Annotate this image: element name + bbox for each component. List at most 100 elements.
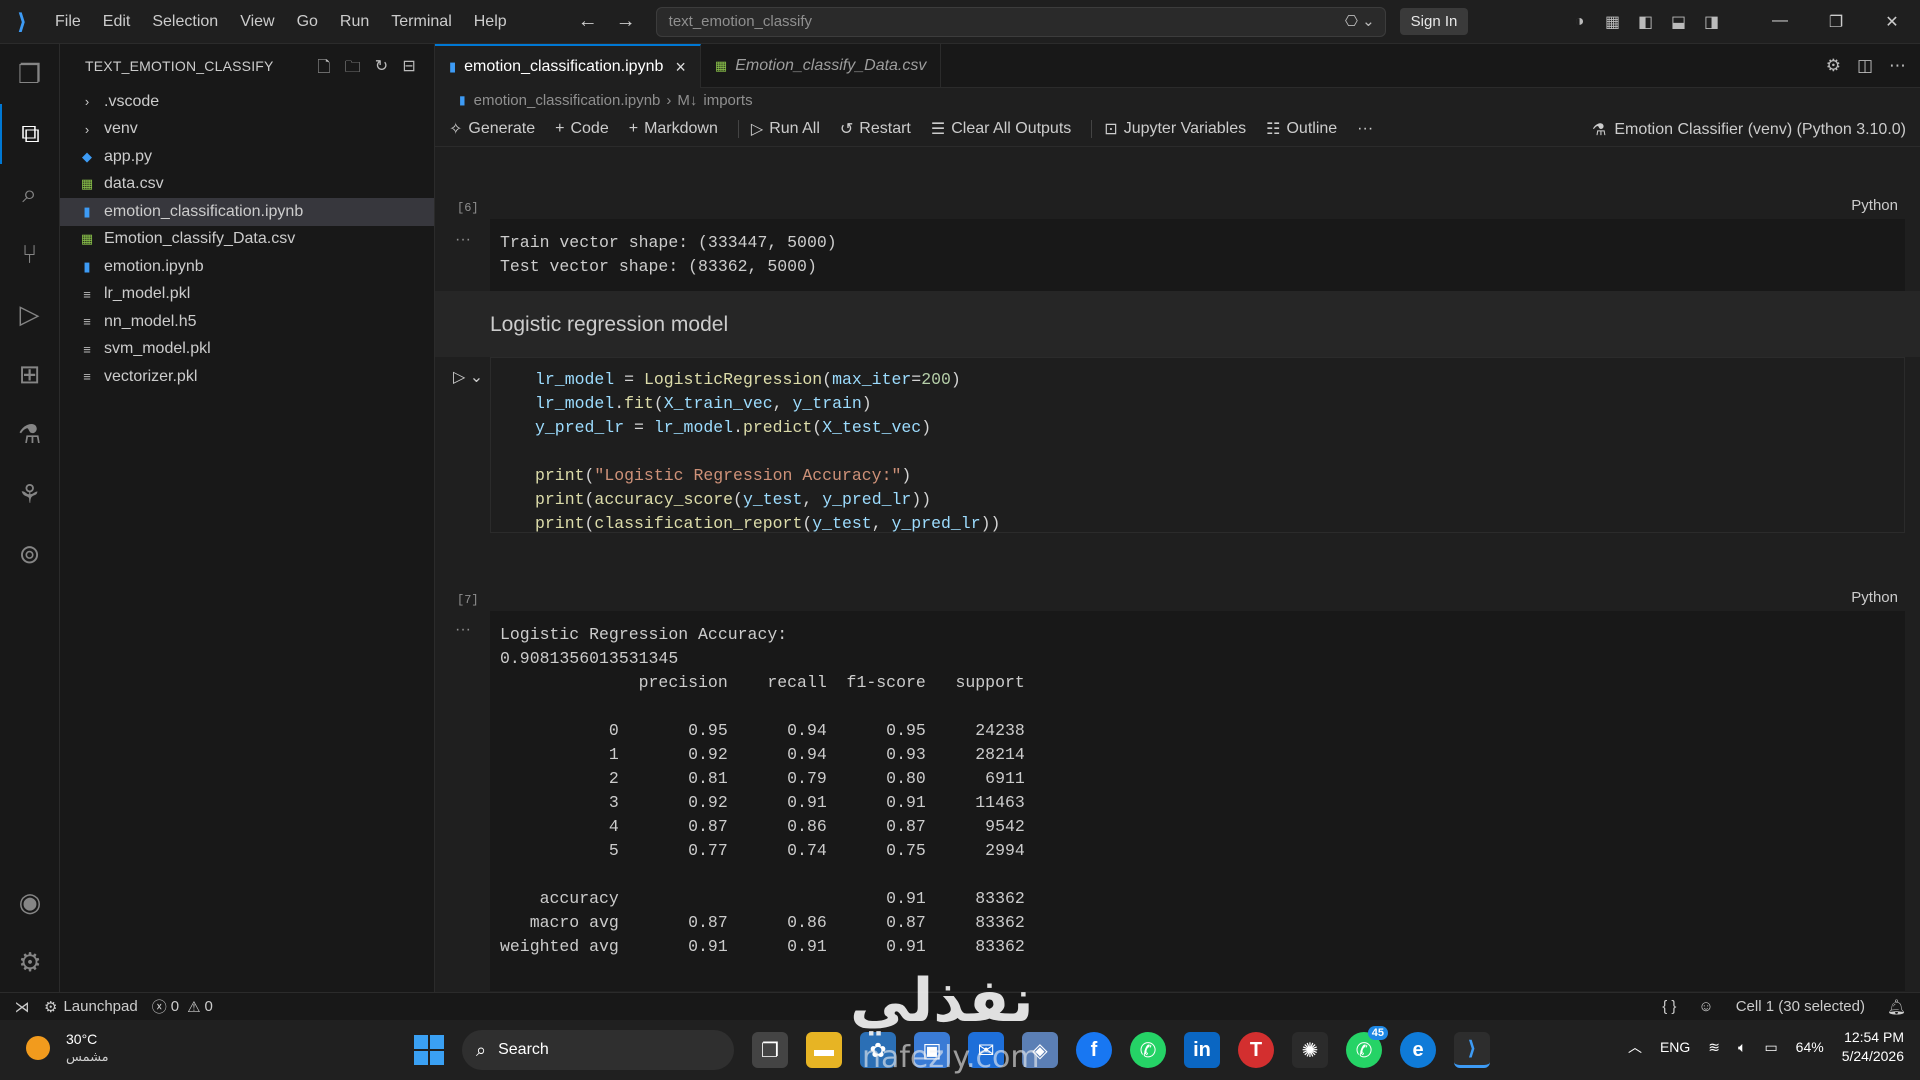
refresh-icon[interactable]: ↻	[375, 56, 389, 83]
collapse-all-icon[interactable]: ⊟	[402, 56, 416, 83]
facebook-icon[interactable]: f	[1076, 1032, 1112, 1068]
notebook-settings-icon[interactable]: ⚙	[1826, 56, 1841, 76]
whatsapp-business-icon[interactable]: ✆ 45	[1346, 1026, 1388, 1068]
menu-view[interactable]: View	[229, 0, 285, 44]
run-debug-icon[interactable]: ▷	[0, 284, 59, 344]
input-language[interactable]: ENG	[1660, 1039, 1690, 1055]
more-actions-icon[interactable]: ⋯	[1889, 56, 1906, 76]
new-folder-icon[interactable]: 🗀	[345, 56, 361, 83]
extensions-icon[interactable]: ⊞	[0, 344, 59, 404]
tree-item-vectorizer[interactable]: ≡ vectorizer.pkl	[60, 363, 434, 391]
explorer-icon[interactable]: ❐	[0, 44, 59, 104]
generate-button[interactable]: ✧ Generate	[449, 119, 535, 139]
menu-selection[interactable]: Selection	[141, 0, 229, 44]
cell-language[interactable]: Python	[1851, 197, 1898, 214]
more-toolbar-button[interactable]: ···	[1357, 120, 1373, 138]
tray-chevron-icon[interactable]: ︿	[1628, 1037, 1642, 1057]
add-markdown-button[interactable]: + Markdown	[629, 120, 718, 138]
minimize-icon[interactable]: —	[1752, 12, 1808, 32]
output-more-icon[interactable]: ···	[455, 231, 471, 249]
settings-gear-icon[interactable]: ⚙	[0, 932, 60, 992]
back-arrow-icon[interactable]: ←	[578, 10, 598, 33]
menu-file[interactable]: File	[44, 0, 92, 44]
git-history-icon[interactable]: ⊚	[0, 524, 59, 584]
new-file-icon[interactable]: 🗋	[318, 56, 331, 83]
cell-selection-status[interactable]: Cell 1 (30 selected)	[1736, 998, 1865, 1016]
menu-help[interactable]: Help	[463, 0, 518, 44]
run-all-button[interactable]: ▷ Run All	[751, 119, 820, 139]
rocket-icon: ⚙	[44, 998, 58, 1016]
explorer-active-icon[interactable]: ⧉	[0, 104, 59, 164]
customize-layout-icon[interactable]: ▦	[1596, 12, 1629, 32]
menu-go[interactable]: Go	[286, 0, 329, 44]
windows-start-icon[interactable]	[414, 1035, 444, 1065]
taskbar-search[interactable]: ⌕ Search	[462, 1030, 734, 1070]
menu-terminal[interactable]: Terminal	[380, 0, 462, 44]
problems-status[interactable]: ⓧ 0 ⚠ 0	[152, 996, 213, 1017]
tree-item-emotion-classification-ipynb[interactable]: ▮ emotion_classification.ipynb	[60, 198, 434, 226]
tree-item-svm-model[interactable]: ≡ svm_model.pkl	[60, 336, 434, 364]
tree-item-nn-model[interactable]: ≡ nn_model.h5	[60, 308, 434, 336]
command-center[interactable]: text_emotion_classify ⎔ ⌄	[655, 6, 1386, 37]
markdown-cell[interactable]: Logistic regression model	[435, 291, 1920, 357]
tree-item-data-csv[interactable]: ▦ data.csv	[60, 171, 434, 199]
whatsapp-icon[interactable]: ✆	[1130, 1032, 1166, 1068]
output-more-icon[interactable]: ···	[455, 621, 471, 639]
toggle-secondary-sidebar-icon[interactable]: ◨	[1695, 12, 1728, 32]
clear-outputs-button[interactable]: ☰ Clear All Outputs	[931, 119, 1071, 139]
menu-run[interactable]: Run	[329, 0, 380, 44]
tree-item-app-py[interactable]: ◆ app.py	[60, 143, 434, 171]
volume-icon[interactable]: 🔈︎	[1738, 1039, 1746, 1056]
chevron-right-icon: ›	[84, 121, 90, 137]
testing-icon[interactable]: ⚗	[0, 404, 59, 464]
weather-widget[interactable]: 30°C مشمس	[26, 1030, 109, 1066]
add-code-button[interactable]: + Code	[555, 120, 609, 138]
launchpad-status[interactable]: ⚙ Launchpad	[44, 998, 138, 1016]
battery-icon[interactable]: ▭	[1764, 1039, 1777, 1056]
chatgpt-icon[interactable]: ✺	[1292, 1032, 1328, 1068]
sign-in-button[interactable]: Sign In	[1399, 8, 1469, 35]
copilot-icon[interactable]: ⎔ ⌄	[1345, 12, 1375, 30]
run-cell-icon[interactable]: ▷ ⌄	[453, 367, 483, 387]
t-app-icon[interactable]: T	[1238, 1032, 1274, 1068]
cell-language[interactable]: Python	[1851, 589, 1898, 606]
vscode-taskbar-icon[interactable]: ⟩	[1454, 1032, 1490, 1068]
code-cell-editor[interactable]: lr_model = LogisticRegression(max_iter=2…	[490, 357, 1905, 533]
tree-item-lr-model[interactable]: ≡ lr_model.pkl	[60, 281, 434, 309]
search-icon[interactable]: ⌕	[0, 164, 59, 224]
toggle-panel-icon[interactable]: ⬓	[1662, 12, 1695, 32]
restart-button[interactable]: ↺ Restart	[840, 119, 911, 139]
jupyter-variables-button[interactable]: ⊡ Jupyter Variables	[1104, 119, 1246, 139]
restore-icon[interactable]: ❐	[1808, 12, 1864, 32]
source-control-icon[interactable]: ⑂	[0, 224, 59, 284]
tree-item-venv[interactable]: › venv	[60, 116, 434, 144]
split-editor-icon[interactable]: ◫	[1857, 56, 1873, 76]
breadcrumb-section[interactable]: imports	[703, 92, 752, 109]
menu-edit[interactable]: Edit	[92, 0, 142, 44]
notifications-bell-icon[interactable]: 🔔︎	[1887, 998, 1906, 1016]
breadcrumb-file[interactable]: emotion_classification.ipynb	[474, 92, 661, 109]
tab-emotion-classification[interactable]: ▮ emotion_classification.ipynb ×	[435, 44, 701, 88]
file-explorer-icon[interactable]: ▬	[806, 1032, 842, 1068]
task-view-icon[interactable]: ❐	[752, 1032, 788, 1068]
clock[interactable]: 12:54 PM 5/24/2026	[1842, 1028, 1904, 1066]
remote-icon[interactable]: ⋊	[0, 998, 44, 1016]
close-window-icon[interactable]: ✕	[1864, 12, 1920, 32]
wifi-icon[interactable]: ≋	[1708, 1039, 1720, 1056]
copilot-status-icon[interactable]: ◑	[1563, 13, 1596, 31]
language-mode-status[interactable]: { }	[1662, 998, 1676, 1016]
copilot-status-icon[interactable]: ☺	[1698, 998, 1713, 1016]
toggle-sidebar-icon[interactable]: ◧	[1629, 12, 1662, 32]
forward-arrow-icon[interactable]: →	[616, 10, 636, 33]
tab-emotion-classify-data[interactable]: ▦ Emotion_classify_Data.csv	[701, 44, 942, 88]
kernel-picker[interactable]: ⚗ Emotion Classifier (venv) (Python 3.10…	[1592, 120, 1906, 140]
close-tab-icon[interactable]: ×	[675, 57, 686, 78]
edge-icon[interactable]: e	[1400, 1032, 1436, 1068]
python-icon[interactable]: ⚘	[0, 464, 59, 524]
account-icon[interactable]: ◉	[0, 872, 60, 932]
tree-item-emotion-classify-data-csv[interactable]: ▦ Emotion_classify_Data.csv	[60, 226, 434, 254]
tree-item-vscode[interactable]: › .vscode	[60, 88, 434, 116]
linkedin-icon[interactable]: in	[1184, 1032, 1220, 1068]
outline-button[interactable]: ☷ Outline	[1266, 119, 1337, 139]
tree-item-emotion-ipynb[interactable]: ▮ emotion.ipynb	[60, 253, 434, 281]
